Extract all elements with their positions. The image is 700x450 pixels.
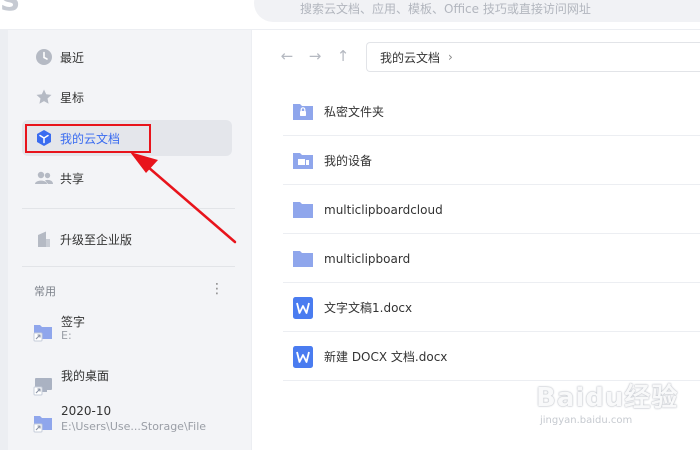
favorite-item-desktop[interactable]: 我的桌面 — [22, 367, 232, 407]
sidebar-item-shared[interactable]: 共享 — [22, 160, 232, 196]
section-label-frequent: 常用 — [34, 285, 56, 298]
sidebar-divider — [22, 208, 235, 209]
people-icon — [34, 168, 54, 188]
navigation-buttons: ← → ↑ — [278, 46, 352, 66]
file-name: multiclipboardcloud — [324, 202, 443, 217]
file-row-private-folder[interactable]: 私密文件夹 — [283, 88, 700, 136]
forward-arrow-icon[interactable]: → — [306, 46, 324, 66]
sidebar-item-my-cloud-docs[interactable]: 我的云文档 — [22, 120, 232, 156]
star-icon — [34, 87, 54, 107]
clock-icon — [34, 47, 54, 67]
file-name: multiclipboard — [324, 251, 411, 266]
folder-shortcut-icon — [32, 412, 54, 434]
file-row-word-doc-1[interactable]: 文字文稿1.docx — [283, 284, 700, 332]
device-folder-icon — [292, 150, 314, 172]
file-name: 新建 DOCX 文档.docx — [324, 350, 448, 364]
sidebar-item-upgrade[interactable]: 升级至企业版 — [22, 221, 232, 257]
file-row-multiclipboardcloud[interactable]: multiclipboardcloud — [283, 186, 700, 234]
breadcrumb-item[interactable]: 我的云文档 — [380, 49, 440, 66]
sidebar-edge — [0, 30, 8, 450]
folder-icon — [292, 199, 314, 221]
favorite-name: 签字 — [61, 315, 86, 329]
file-row-multiclipboard[interactable]: multiclipboard — [283, 235, 700, 283]
favorite-item-sign[interactable]: 签字 E: — [22, 313, 232, 353]
sidebar-item-starred[interactable]: 星标 — [22, 79, 232, 115]
favorite-name: 我的桌面 — [61, 369, 110, 383]
favorite-item-2020-10[interactable]: 2020-10 E:\Users\Use...Storage\File — [22, 404, 232, 444]
app-logo[interactable]: S — [0, 0, 22, 16]
sidebar-divider — [22, 266, 235, 267]
file-name: 私密文件夹 — [324, 105, 385, 119]
chevron-right-icon: › — [448, 50, 453, 64]
favorite-path: E:\Users\Use...Storage\File — [61, 420, 207, 433]
top-bar: S 搜索云文档、应用、模板、Office 技巧或直接访问网址 — [0, 0, 700, 30]
building-icon — [34, 229, 54, 249]
sidebar-item-label: 我的云文档 — [60, 131, 121, 146]
up-arrow-icon[interactable]: ↑ — [334, 46, 352, 66]
file-row-my-devices[interactable]: 我的设备 — [283, 137, 700, 185]
desktop-shortcut-icon — [32, 375, 54, 397]
folder-icon — [292, 248, 314, 270]
file-name: 我的设备 — [324, 154, 373, 168]
sidebar-item-label: 升级至企业版 — [60, 232, 133, 247]
cloud-cube-icon — [34, 128, 54, 148]
favorite-name: 2020-10 — [61, 404, 112, 418]
private-folder-icon — [292, 101, 314, 123]
folder-shortcut-icon — [32, 321, 54, 343]
word-doc-icon — [292, 345, 314, 368]
sidebar-item-label: 共享 — [60, 171, 85, 186]
more-options-icon[interactable]: ⋮ — [210, 281, 224, 297]
word-doc-icon — [292, 296, 314, 319]
file-name: 文字文稿1.docx — [324, 301, 413, 315]
file-row-new-docx[interactable]: 新建 DOCX 文档.docx — [283, 333, 700, 381]
sidebar-item-label: 最近 — [60, 50, 85, 65]
search-input[interactable]: 搜索云文档、应用、模板、Office 技巧或直接访问网址 — [254, 0, 700, 22]
sidebar-item-recent[interactable]: 最近 — [22, 39, 232, 75]
back-arrow-icon[interactable]: ← — [278, 46, 296, 66]
favorite-path: E: — [61, 329, 72, 342]
sidebar-item-label: 星标 — [60, 90, 85, 105]
breadcrumb: 我的云文档 › — [366, 42, 700, 72]
